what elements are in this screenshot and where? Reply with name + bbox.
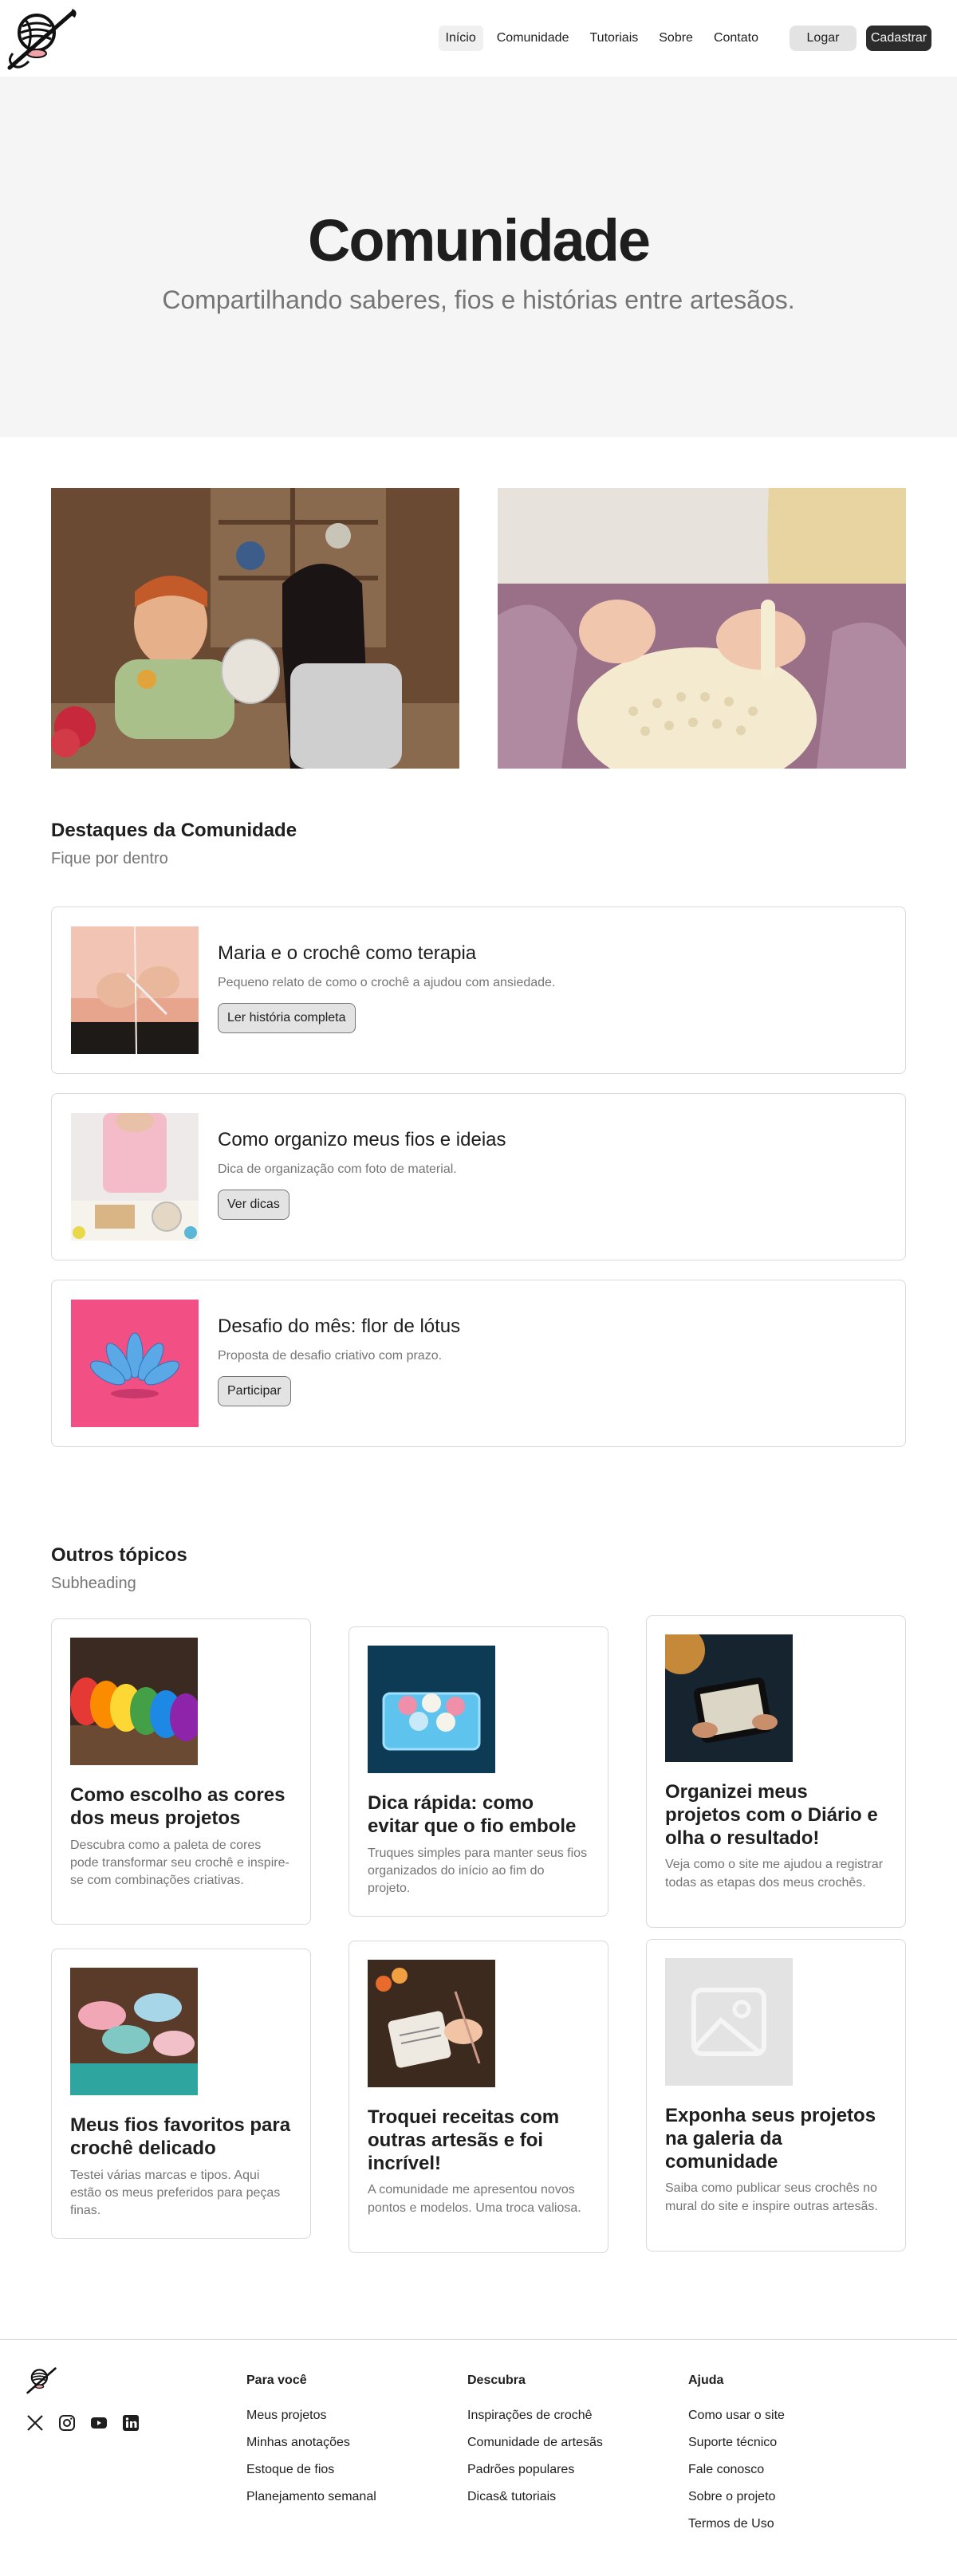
footer-column-title: Descubra bbox=[467, 2373, 526, 2387]
lotus-flower-thumb bbox=[71, 1300, 199, 1427]
nav-comunidade[interactable]: Comunidade bbox=[490, 26, 577, 51]
topic-card[interactable]: Organizei meus projetos com o Diário e o… bbox=[646, 1615, 906, 1928]
linkedin-icon[interactable] bbox=[121, 2413, 140, 2432]
topic-title: Troquei receitas com outras artesãs e fo… bbox=[368, 2106, 560, 2174]
topic-desc: Saiba como publicar seus crochês no mura… bbox=[665, 2181, 878, 2213]
topic-desc: Veja como o site me ajudou a registrar t… bbox=[665, 1858, 884, 1890]
x-icon[interactable] bbox=[26, 2413, 45, 2432]
topic-card[interactable]: Dica rápida: como evitar que o fio embol… bbox=[349, 1626, 608, 1917]
participate-button[interactable]: Participar bbox=[218, 1376, 291, 1406]
pastel-yarn-thumb bbox=[70, 1968, 198, 2095]
highlight-card: Desafio do mês: flor de lótus Proposta d… bbox=[51, 1280, 906, 1447]
topic-card[interactable]: Como escolho as cores dos meus projetos … bbox=[51, 1618, 311, 1925]
image-placeholder-icon bbox=[665, 1958, 793, 2086]
read-story-button[interactable]: Ler história completa bbox=[218, 1003, 356, 1033]
highlight-title: Desafio do mês: flor de lótus bbox=[218, 1316, 461, 1337]
signup-button[interactable]: Cadastrar bbox=[866, 26, 931, 51]
nav-contato[interactable]: Contato bbox=[707, 26, 766, 51]
login-button[interactable]: Logar bbox=[790, 26, 857, 51]
footer-link[interactable]: Estoque de fios bbox=[246, 2463, 467, 2490]
hero: Comunidade Compartilhando saberes, fios … bbox=[0, 77, 957, 437]
footer-link[interactable]: Minhas anotações bbox=[246, 2436, 467, 2463]
topics-subtitle: Subheading bbox=[51, 1575, 136, 1592]
yarn-hook-logo-icon bbox=[7, 9, 77, 70]
highlight-title: Maria e o crochê como terapia bbox=[218, 942, 477, 964]
footer-link[interactable]: Dicas& tutoriais bbox=[467, 2490, 688, 2517]
nav-sobre[interactable]: Sobre bbox=[652, 26, 700, 51]
view-tips-button[interactable]: Ver dicas bbox=[218, 1190, 289, 1220]
footer-link[interactable]: Sobre o projeto bbox=[688, 2490, 909, 2517]
nav-inicio[interactable]: Início bbox=[438, 26, 483, 51]
topics-grid: Como escolho as cores dos meus projetos … bbox=[0, 1610, 957, 2253]
topic-title: Meus fios favoritos para crochê delicado bbox=[70, 2114, 291, 2159]
footer-column-title: Ajuda bbox=[688, 2373, 724, 2387]
topic-desc: Descubra como a paleta de cores pode tra… bbox=[70, 1838, 289, 1888]
highlights-subtitle: Fique por dentro bbox=[51, 850, 168, 867]
footer-column-title: Para você bbox=[246, 2373, 307, 2387]
topic-desc: Truques simples para manter seus fios or… bbox=[368, 1846, 588, 1896]
highlights-title: Destaques da Comunidade bbox=[51, 820, 297, 841]
site-logo[interactable] bbox=[5, 6, 78, 71]
social-links bbox=[26, 2413, 246, 2432]
topics-section: Outros tópicos Subheading bbox=[0, 1544, 957, 1593]
organizing-yarn-thumb bbox=[71, 1113, 199, 1241]
friends-crocheting-photo bbox=[51, 488, 459, 769]
topic-card[interactable]: Meus fios favoritos para crochê delicado… bbox=[51, 1949, 311, 2239]
highlight-desc: Dica de organização com foto de material… bbox=[218, 1162, 457, 1176]
crochet-hands-thumb bbox=[71, 926, 199, 1054]
instagram-icon[interactable] bbox=[57, 2413, 77, 2432]
page-title: Comunidade bbox=[307, 207, 651, 273]
highlight-card: Como organizo meus fios e ideias Dica de… bbox=[51, 1093, 906, 1260]
hands-knitting-photo bbox=[498, 488, 906, 769]
footer-column-descubra: Descubra Inspirações de crochê Comunidad… bbox=[467, 2366, 688, 2576]
footer-column-ajuda: Ajuda Como usar o site Suporte técnico F… bbox=[688, 2366, 909, 2576]
topic-desc: A comunidade me apresentou novos pontos … bbox=[368, 2183, 581, 2215]
yarn-hook-logo-icon bbox=[26, 2367, 57, 2394]
page-subtitle: Compartilhando saberes, fios e histórias… bbox=[162, 285, 795, 314]
auth-buttons: Logar Cadastrar bbox=[790, 26, 931, 51]
colorful-yarn-thumb bbox=[70, 1638, 198, 1765]
highlights-section: Destaques da Comunidade Fique por dentro… bbox=[0, 820, 957, 1447]
topic-title: Dica rápida: como evitar que o fio embol… bbox=[368, 1792, 577, 1837]
topic-title: Exponha seus projetos na galeria da comu… bbox=[665, 2105, 876, 2173]
topic-card[interactable]: Troquei receitas com outras artesãs e fo… bbox=[349, 1941, 608, 2253]
highlight-title: Como organizo meus fios e ideias bbox=[218, 1129, 506, 1150]
footer-link[interactable]: Termos de Uso bbox=[688, 2517, 909, 2544]
footer-link[interactable]: Como usar o site bbox=[688, 2409, 909, 2436]
footer-logo[interactable] bbox=[26, 2366, 57, 2394]
topic-title: Organizei meus projetos com o Diário e o… bbox=[665, 1781, 878, 1849]
footer-link[interactable]: Comunidade de artesãs bbox=[467, 2436, 688, 2463]
site-header: Início Comunidade Tutoriais Sobre Contat… bbox=[0, 0, 957, 77]
highlight-desc: Proposta de desafio criativo com prazo. bbox=[218, 1349, 443, 1363]
footer-link[interactable]: Padrões populares bbox=[467, 2463, 688, 2490]
topics-title: Outros tópicos bbox=[51, 1544, 187, 1566]
highlight-desc: Pequeno relato de como o crochê a ajudou… bbox=[218, 976, 556, 989]
footer-link[interactable]: Meus projetos bbox=[246, 2409, 467, 2436]
tablet-recipes-thumb bbox=[368, 1960, 495, 2087]
footer-link[interactable]: Suporte técnico bbox=[688, 2436, 909, 2463]
site-footer: Para você Meus projetos Minhas anotações… bbox=[0, 2339, 957, 2576]
community-photos bbox=[0, 437, 957, 769]
main-nav: Início Comunidade Tutoriais Sobre Contat… bbox=[438, 26, 931, 51]
footer-column-para-voce: Para você Meus projetos Minhas anotações… bbox=[246, 2366, 467, 2576]
footer-link[interactable]: Planejamento semanal bbox=[246, 2490, 467, 2517]
yarn-box-thumb bbox=[368, 1646, 495, 1773]
footer-link[interactable]: Inspirações de crochê bbox=[467, 2409, 688, 2436]
youtube-icon[interactable] bbox=[89, 2413, 108, 2432]
journal-tablet-thumb bbox=[665, 1634, 793, 1762]
topic-title: Como escolho as cores dos meus projetos bbox=[70, 1784, 286, 1829]
nav-tutoriais[interactable]: Tutoriais bbox=[582, 26, 645, 51]
topic-card[interactable]: Exponha seus projetos na galeria da comu… bbox=[646, 1939, 906, 2252]
footer-link[interactable]: Fale conosco bbox=[688, 2463, 909, 2490]
topic-desc: Testei várias marcas e tipos. Aqui estão… bbox=[70, 2168, 281, 2218]
highlight-card: Maria e o crochê como terapia Pequeno re… bbox=[51, 907, 906, 1074]
